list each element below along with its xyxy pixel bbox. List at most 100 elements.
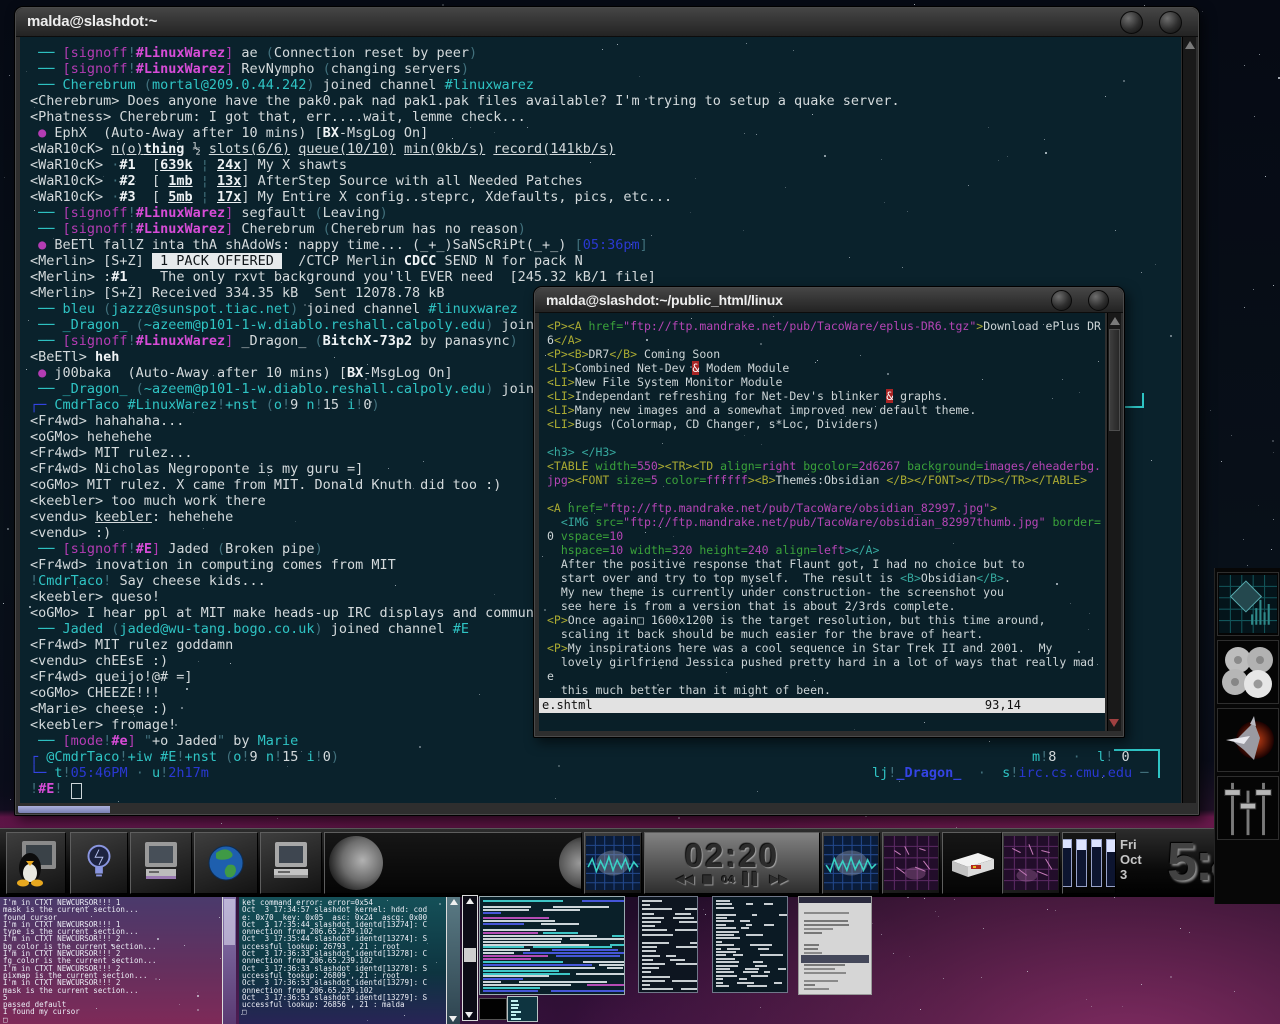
pager-thumbnail-irc[interactable] — [479, 896, 625, 995]
editor-terminal-window[interactable]: malda@slashdot:~/public_html/linux <P><A… — [533, 286, 1125, 738]
terminal-line: ── Cherebrum (mortal@209.0.44.242) joine… — [30, 77, 1181, 93]
editor-scrollbar[interactable] — [1107, 313, 1121, 731]
terminal-line: mask is the current section... — [3, 987, 236, 994]
terminal-line: <LI>Combined Net-Dev & Modem Module — [547, 361, 1105, 375]
pause-icon[interactable]: ▌▌ — [743, 872, 761, 886]
terminal-line: <LI>Independant refreshing for Net-Dev's… — [547, 389, 1105, 403]
dock-icon-workstation[interactable] — [130, 832, 192, 894]
syslog-text: ket command error: error=0x54Oct 3 17:34… — [239, 897, 460, 1016]
terminal-line: e — [547, 669, 1105, 683]
load-meter-bars — [1062, 839, 1116, 887]
scope-diamond-icon — [1219, 575, 1277, 633]
terminal-line: <P><A href="ftp://ftp.mandrake.net/pub/T… — [547, 319, 1105, 333]
stop-icon[interactable]: ■ — [702, 872, 713, 886]
dock-icon-crow[interactable] — [1217, 708, 1279, 772]
dock-icon-cd-stack[interactable] — [1217, 640, 1279, 704]
tux-penguin-icon — [12, 839, 60, 887]
window-close-button[interactable] — [1159, 11, 1182, 34]
pager-thumbnail-terminal[interactable] — [712, 896, 788, 993]
window-resize-handle[interactable] — [18, 806, 110, 813]
editor-statusbar: e.shtml 93,14 — [539, 698, 1105, 713]
terminal-line: !#E! — [30, 781, 1181, 799]
terminal-line: scaling it back should be much easier fo… — [547, 627, 1105, 641]
disk-drive-icon — [944, 839, 1000, 887]
irc-scrollbar[interactable] — [1182, 37, 1196, 803]
terminal-line: ● BeETl fallZ inta thA shAdoWs: nappy ti… — [30, 237, 1181, 253]
forward-icon[interactable]: ▶▶ — [770, 872, 788, 886]
terminal-line: <P>Once again□ 1600x1200 is the target r… — [547, 613, 1105, 627]
dock-icon-removable-drive[interactable] — [942, 832, 1002, 894]
terminal-line: After the positive response that Flaunt … — [547, 557, 1105, 571]
dock-icon-radar-monitor-2[interactable] — [1002, 832, 1060, 894]
cd-stack-icon — [1220, 644, 1276, 700]
scrollbar-up-icon[interactable] — [1185, 41, 1195, 49]
dock-icon-load-meters[interactable] — [1062, 832, 1116, 894]
pager-thumbnail-tiny-terminal[interactable] — [507, 996, 538, 1022]
computer-icon — [267, 839, 315, 887]
right-dock — [1214, 568, 1280, 904]
oscilloscope-icon — [824, 836, 878, 890]
dock-icon-radar-monitor[interactable] — [882, 832, 940, 894]
terminal-line: ── [signoff!#LinuxWarez] RevNympho (chan… — [30, 61, 1181, 77]
radar-icon — [1004, 836, 1058, 890]
terminal-line: ── [signoff!#LinuxWarez] Cherebrum (Cher… — [30, 221, 1181, 237]
dock-icon-tux-terminal[interactable] — [6, 832, 66, 894]
terminal-line: see here is from a version that is about… — [547, 599, 1105, 613]
irc-titlebar[interactable]: malda@slashdot:~ — [16, 8, 1198, 37]
dock-icon-scope-diamond[interactable] — [1217, 572, 1279, 636]
rewind-icon[interactable]: ◀◀ — [676, 872, 694, 886]
dock-icon-workstation-2[interactable] — [260, 832, 322, 894]
scrollbar-down-icon[interactable] — [465, 1012, 473, 1018]
scrollbar-down-icon[interactable] — [449, 1016, 457, 1022]
terminal-line: this much better than it might of been. — [547, 683, 1105, 697]
scrollbar-thumb[interactable] — [1109, 329, 1120, 431]
moon-dome-icon — [329, 836, 383, 890]
date-weekday: Fri — [1120, 837, 1142, 852]
dock-icon-oscilloscope-2[interactable] — [822, 832, 880, 894]
pager-thumbnail-filemanager[interactable] — [798, 896, 872, 995]
irc-status-lastjoin-server: lj!_Dragon_ · s!irc.cs.cmu.edu ─ — [872, 765, 1148, 781]
desktop: malda@slashdot:~ ── [signoff!#LinuxWarez… — [0, 0, 1280, 1024]
editor-content: <P><A href="ftp://ftp.mandrake.net/pub/T… — [539, 313, 1105, 731]
scrollbar-down-icon[interactable] — [1109, 719, 1119, 727]
window-close-button[interactable] — [1088, 290, 1109, 311]
mini-terminal-syslog[interactable]: ket command error: error=0x54Oct 3 17:34… — [239, 897, 460, 1024]
pager-scrollbar[interactable] — [462, 895, 478, 1021]
terminal-line — [547, 431, 1105, 445]
terminal-line: ── [signoff!#LinuxWarez] ae (Connection … — [30, 45, 1181, 61]
terminal-line: <WaR10cK> ·#1 [639k ¦ 24x] My X shawts — [30, 157, 1181, 173]
terminal-line: 6</A> — [547, 333, 1105, 347]
terminal-line: □ — [3, 1016, 236, 1023]
terminal-line: <Merlin> :#1 The only rxvt background yo… — [30, 269, 1181, 285]
pager-thumbnail-blank[interactable] — [479, 998, 507, 1020]
terminal-line: <A href="ftp://ftp.mandrake.net/pub/Taco… — [547, 501, 1105, 515]
pager-thumbnail-terminal[interactable] — [638, 896, 698, 993]
mini-terminal-debug[interactable]: I'm in CTXT NEWCURSOR!!! 1mask is the cu… — [0, 897, 236, 1024]
terminal-line: lovely girlfriend Jessica pushed pretty … — [547, 655, 1105, 669]
dock-icon-mixer-sliders[interactable] — [1217, 776, 1279, 840]
editor-window-title: malda@slashdot:~/public_html/linux — [535, 288, 783, 312]
terminal-line: <h3> </H3> — [547, 445, 1105, 459]
scrollbar-up-icon[interactable] — [1110, 317, 1120, 325]
terminal-line: ── [signoff!#LinuxWarez] segfault (Leavi… — [30, 205, 1181, 221]
window-iconify-button[interactable] — [1120, 11, 1143, 34]
dock-icon-earth-globe[interactable] — [194, 832, 258, 894]
dock-icon-cd-player-clock[interactable]: 02:20 ◀◀■04▌▌▶▶ — [644, 832, 820, 894]
thumbnail-selection — [801, 955, 869, 963]
window-iconify-button[interactable] — [1051, 290, 1072, 311]
scrollbar-up-icon[interactable] — [466, 898, 474, 904]
dock-icon-oscilloscope[interactable] — [584, 832, 642, 894]
dock-icon-lightbulb[interactable] — [70, 832, 128, 894]
mixer-sliders-icon — [1220, 777, 1276, 839]
editor-titlebar[interactable]: malda@slashdot:~/public_html/linux — [535, 288, 1123, 313]
radar-icon — [884, 836, 938, 890]
track-number: 04 — [721, 875, 735, 886]
thumbnail-titlebar — [799, 897, 871, 903]
terminal-line: <IMG src="ftp://ftp.mandrake.net/pub/Tac… — [547, 515, 1105, 529]
terminal-line: My new theme is currently under construc… — [547, 585, 1105, 599]
terminal-line: <Merlin> [S+Z] 1 PACK OFFERED /CTCP Merl… — [30, 253, 1181, 269]
terminal-line: <TABLE width=550><TR><TD align=right bgc… — [547, 459, 1105, 473]
scrollbar-thumb[interactable] — [464, 948, 476, 962]
dock-icon-moon-dome[interactable] — [324, 832, 582, 894]
dock-bar: 02:20 ◀◀■04▌▌▶▶ — [0, 828, 1280, 897]
